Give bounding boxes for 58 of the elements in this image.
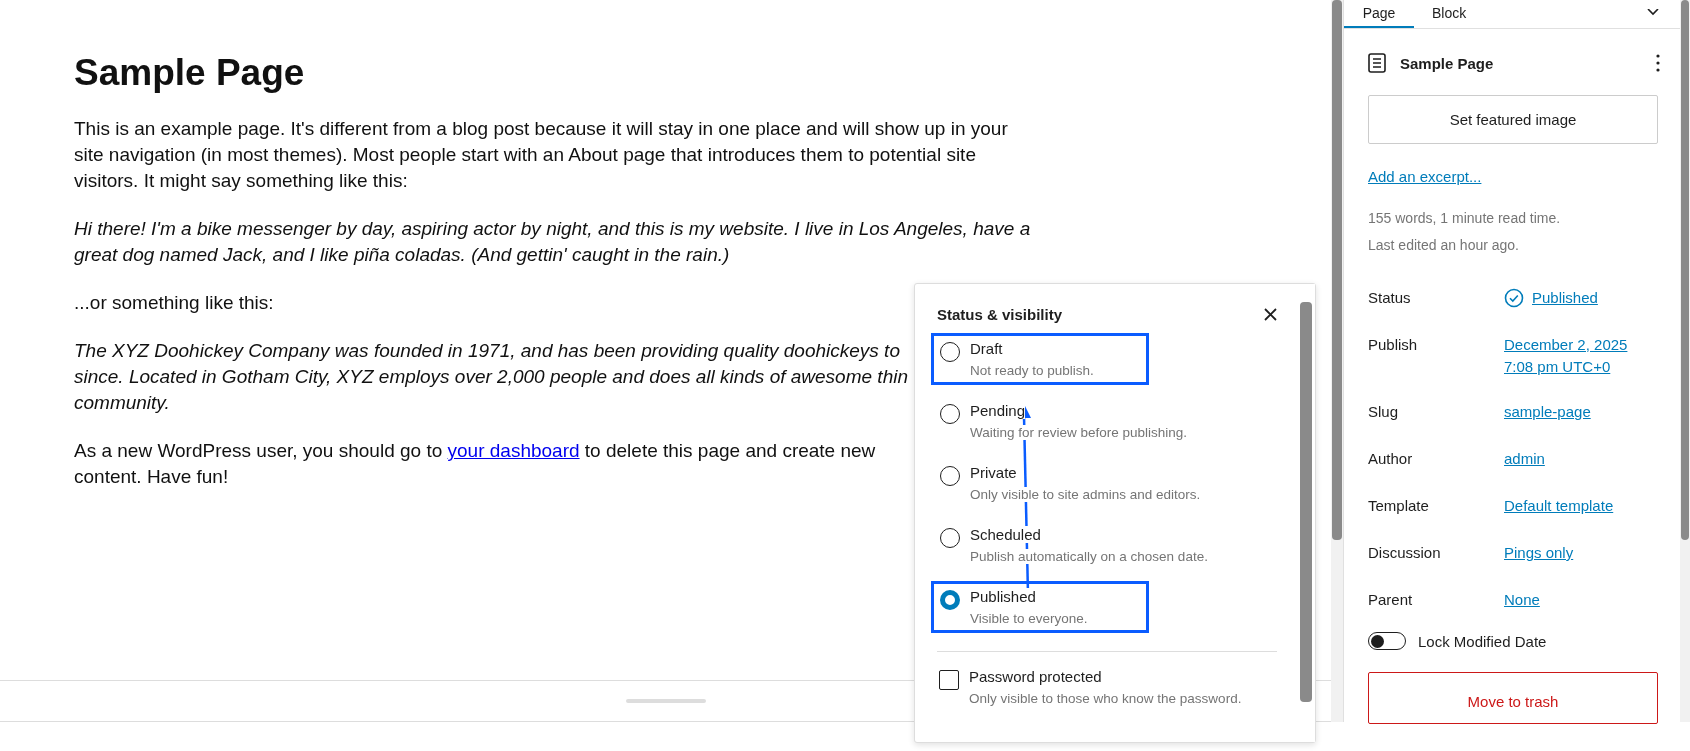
field-label: Parent	[1368, 590, 1414, 610]
field-value[interactable]: Published	[1504, 287, 1598, 309]
option-description: Publish automatically on a chosen date.	[970, 549, 1208, 564]
field-value[interactable]: Pings only	[1504, 542, 1574, 564]
option-label: Scheduled	[970, 526, 1041, 543]
toggle-label: Lock Modified Date	[1418, 632, 1547, 650]
paragraph: The XYZ Doohickey Company was founded in 1971, and has been providing quality doohickeys to since. Located in Gotham City, XYZ employs over 2,000 people and does all kinds of awesome thin community.	[74, 339, 908, 415]
field-label: Status	[1368, 288, 1412, 308]
check-circle-icon	[1504, 288, 1524, 308]
status-option[interactable]: Private Only visible to site admins and editors.	[931, 457, 1210, 509]
paragraph: ...or something like this:	[74, 291, 274, 315]
highlighted-option[interactable]: Draft Not ready to publish.	[931, 333, 1149, 385]
status-option[interactable]: Pending Waiting for review before publishing.	[931, 395, 1197, 447]
field-value[interactable]: Default template	[1504, 495, 1614, 517]
option-label: Published	[970, 588, 1036, 605]
sidebar-tab[interactable]: Page	[1344, 0, 1414, 28]
option-label: Password protected	[969, 668, 1102, 685]
option-label: Pending	[970, 402, 1026, 419]
paragraph: This is an example page. It's different from a blog post because it will stay in one place and will show up in your site navigation (in most themes). Most people start with an About page that introduces them to potential site visitors. It might say something like this:	[74, 117, 1008, 193]
option-description: Only visible to those who know the password.	[969, 691, 1242, 706]
option-description: Only visible to site admins and editors.	[970, 487, 1201, 502]
more-options-icon[interactable]	[1656, 54, 1660, 72]
move-to-trash-button[interactable]: Move to trash	[1368, 672, 1658, 724]
sidebar-tab[interactable]: Block	[1414, 0, 1485, 28]
option-label: Draft	[970, 340, 1003, 357]
radio-button[interactable]	[940, 590, 960, 610]
post-stat: 155 words, 1 minute read time.	[1368, 209, 1562, 228]
field-label: Slug	[1368, 402, 1400, 422]
paragraph: As a new WordPress user, you should go to your dashboard to delete this page and create new content. Have fun!	[74, 439, 876, 489]
field-value[interactable]: None	[1504, 589, 1540, 611]
add-excerpt-link[interactable]: Add an excerpt...	[1368, 168, 1660, 185]
document-icon	[1368, 53, 1386, 73]
option-description: Waiting for review before publishing.	[970, 425, 1188, 440]
highlighted-option[interactable]: Published Visible to everyone.	[931, 581, 1149, 633]
field-label: Template	[1368, 496, 1430, 516]
option-description: Visible to everyone.	[970, 611, 1088, 626]
scrollbar[interactable]	[1331, 0, 1343, 722]
status-option[interactable]: Scheduled Publish automatically on a chosen date.	[931, 519, 1217, 571]
option-label: Private	[970, 464, 1017, 481]
page-title: Sample Page	[74, 52, 306, 94]
scrollbar[interactable]	[1297, 284, 1315, 742]
option-description: Not ready to publish.	[970, 363, 1094, 378]
field-value[interactable]: sample-page	[1504, 401, 1591, 423]
checkbox[interactable]	[939, 670, 959, 690]
field-label: Author	[1368, 449, 1414, 469]
resize-handle[interactable]	[625, 699, 706, 703]
field-value[interactable]: admin	[1504, 448, 1545, 470]
post-stat: Last edited an hour ago.	[1368, 236, 1520, 255]
sidebar-page-title: Sample Page	[1400, 54, 1495, 72]
field-label: Discussion	[1368, 543, 1442, 563]
paragraph: Hi there! I'm a bike messenger by day, aspiring actor by night, and this is my website. I live in Los Angeles, have a great dog named Jack, and I like piña coladas. (And gettin' caught in the rain.)	[74, 217, 1031, 267]
field-label: Publish	[1368, 335, 1419, 355]
set-featured-image-button[interactable]: Set featured image	[1368, 95, 1658, 144]
dashboard-link[interactable]: your dashboard	[447, 440, 580, 461]
field-value[interactable]: December 2, 2025 7:08 pm UTC+0	[1504, 334, 1644, 378]
popover-title: Status & visibility	[937, 306, 1063, 323]
toggle-switch[interactable]	[1368, 632, 1406, 650]
scrollbar[interactable]	[1680, 0, 1690, 722]
